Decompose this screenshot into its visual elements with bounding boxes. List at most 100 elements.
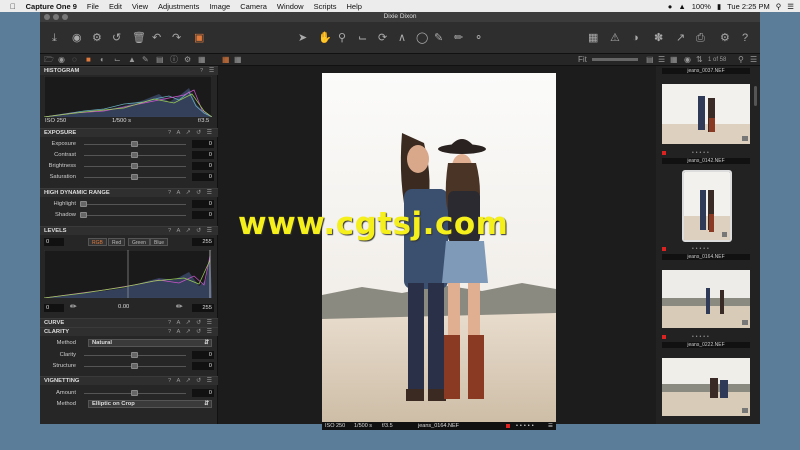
hdr-header[interactable]: HIGH DYNAMIC RANGE ? A ↗ ↺ ☰ [40, 188, 218, 197]
levels-midpoint[interactable]: 0.00 [118, 304, 129, 310]
picker-tool-icon[interactable]: ✏ [454, 31, 463, 45]
filmstrip-mode-icon[interactable]: ▦ [670, 55, 678, 65]
battery-icon[interactable]: ▮ [717, 2, 721, 11]
menu-view[interactable]: View [132, 2, 148, 11]
multi-view-icon[interactable]: ▦ [234, 55, 242, 65]
zoom-tool-icon[interactable]: ⚲ [338, 31, 346, 45]
lens-tab-icon[interactable]: ◌ [72, 55, 77, 65]
clarity-value[interactable]: 0 [192, 351, 214, 359]
levels-low-input[interactable]: 0 [44, 238, 64, 246]
keystone-tool-icon[interactable]: ∧ [398, 31, 406, 45]
exposure-slider[interactable]: Exposure 0 [40, 140, 218, 149]
minimize-window-button[interactable] [53, 14, 59, 20]
menu-file[interactable]: File [87, 2, 99, 11]
copy-adjustments-icon[interactable]: ↗ [676, 31, 685, 45]
library-tab-icon[interactable]: 🗁 [44, 55, 54, 65]
star-rating[interactable]: ••••• [692, 334, 711, 340]
histogram-header[interactable]: HISTOGRAM ? ☰ [40, 66, 218, 75]
shadow-slider[interactable]: Shadow 0 [40, 211, 218, 220]
brush-tool-icon[interactable]: ✎ [434, 31, 443, 45]
star-rating[interactable]: ••••• [692, 150, 711, 156]
search-icon[interactable]: ⚲ [776, 2, 782, 11]
levels-high-input[interactable]: 255 [192, 238, 214, 246]
print-icon[interactable]: ⎙ [696, 31, 705, 45]
help-icon[interactable]: ? [742, 31, 748, 45]
sort-icon[interactable]: ⇅ [696, 55, 703, 65]
view-mode-icon[interactable]: ▤ [646, 55, 654, 65]
channel-red-button[interactable]: Red [108, 238, 126, 246]
browser-menu-icon[interactable]: ☰ [750, 55, 757, 65]
menu-edit[interactable]: Edit [109, 2, 122, 11]
cursor-tool-icon[interactable]: ➤ [298, 31, 307, 45]
levels-header[interactable]: LEVELS ? A ↗ ↺ ☰ [40, 226, 218, 235]
contrast-value[interactable]: 0 [192, 151, 214, 159]
status-icon[interactable]: ● [668, 2, 673, 11]
annotate-tool-icon[interactable]: ⚬ [474, 31, 483, 45]
levels-output-high[interactable]: 255 [192, 304, 214, 312]
black-picker-icon[interactable]: ✏ [70, 302, 77, 311]
color-tab-icon[interactable]: ■ [86, 55, 91, 65]
slider-track[interactable] [84, 215, 186, 216]
reset-icon[interactable]: ▣ [194, 31, 204, 45]
rotate-icon[interactable]: ↺ [112, 31, 121, 45]
settings-icon[interactable]: ⚙ [720, 31, 730, 45]
capture-tab-icon[interactable]: ◉ [58, 55, 65, 65]
list-mode-icon[interactable]: ☰ [658, 55, 665, 65]
color-tag[interactable] [506, 424, 510, 428]
color-tag[interactable] [662, 247, 666, 251]
browser-scrollbar[interactable] [754, 86, 757, 106]
channel-green-button[interactable]: Green [128, 238, 150, 246]
eye-icon[interactable]: ◉ [684, 55, 691, 65]
slider-handle[interactable] [131, 163, 138, 169]
amount-value[interactable]: 0 [192, 389, 214, 397]
saturation-value[interactable]: 0 [192, 173, 214, 181]
menu-app-name[interactable]: Capture One 9 [26, 2, 77, 11]
crop-tool-icon[interactable]: ⌙ [358, 31, 367, 45]
clarity-slider[interactable]: Clarity 0 [40, 351, 218, 360]
saturation-slider[interactable]: Saturation 0 [40, 173, 218, 182]
slider-handle[interactable] [131, 141, 138, 147]
curve-header[interactable]: CURVE ? A ↗ ↺ ☰ [40, 318, 218, 327]
clock[interactable]: Tue 2:25 PM [727, 2, 770, 11]
trash-icon[interactable]: 🗑 [132, 31, 146, 45]
thumbnail[interactable] [662, 358, 750, 416]
shadow-value[interactable]: 0 [192, 211, 214, 219]
batch-tab-icon[interactable]: ▦ [198, 55, 206, 65]
thumbnail[interactable] [662, 270, 750, 328]
vignetting-header[interactable]: VIGNETTING ? A ↗ ↺ ☰ [40, 376, 218, 385]
slider-handle[interactable] [131, 390, 138, 396]
slider-handle[interactable] [80, 212, 87, 218]
slider-handle[interactable] [131, 363, 138, 369]
exposure-header[interactable]: EXPOSURE ? A ↗ ↺ ☰ [40, 128, 218, 137]
slider-handle[interactable] [131, 152, 138, 158]
star-rating[interactable]: ••••• [692, 246, 711, 252]
vignetting-amount-slider[interactable]: Amount 0 [40, 389, 218, 398]
menu-help[interactable]: Help [346, 2, 361, 11]
grid-view-icon[interactable]: ▦ [588, 31, 598, 45]
clarity-method-select[interactable]: Natural ⇵ [88, 339, 212, 347]
capture-icon[interactable]: ◉ [72, 31, 82, 45]
local-adjust-tab-icon[interactable]: ✎ [142, 55, 149, 65]
composition-tab-icon[interactable]: ⌙ [114, 55, 121, 65]
brightness-slider[interactable]: Brightness 0 [40, 162, 218, 171]
wifi-icon[interactable]: ▲ [678, 2, 685, 11]
hdr-tool-icons[interactable]: ? A ↗ ↺ ☰ [168, 190, 214, 196]
menu-camera[interactable]: Camera [240, 2, 267, 11]
focus-icon[interactable]: ✽ [654, 31, 663, 45]
rotate-tool-icon[interactable]: ⟳ [378, 31, 387, 45]
browser-search-icon[interactable]: ⚲ [738, 55, 744, 65]
levels-output-low[interactable]: 0 [44, 304, 64, 312]
output-tab-icon[interactable]: ⚙ [184, 55, 191, 65]
levels-histogram[interactable] [44, 250, 212, 298]
levels-tool-icons[interactable]: ? A ↗ ↺ ☰ [168, 228, 214, 234]
slider-handle[interactable] [131, 352, 138, 358]
color-tag[interactable] [662, 151, 666, 155]
thumbnail-selected[interactable] [682, 170, 732, 242]
import-icon[interactable]: ⤓ [52, 31, 57, 45]
color-tag[interactable] [662, 335, 666, 339]
menu-window[interactable]: Window [277, 2, 304, 11]
exposure-tab-icon[interactable]: ◐ [100, 55, 105, 65]
details-tab-icon[interactable]: ▲ [128, 55, 136, 65]
curve-tool-icons[interactable]: ? A ↗ ↺ ☰ [168, 320, 214, 326]
main-photo[interactable] [322, 73, 556, 425]
